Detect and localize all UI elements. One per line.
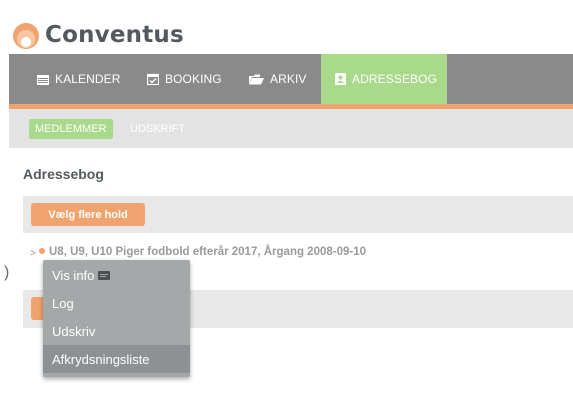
- logo-text: Conventus: [45, 22, 184, 48]
- tab-label: BOOKING: [165, 72, 222, 86]
- page-title: Adressebog: [23, 166, 104, 182]
- group-label: U8, U9, U10 Piger fodbold efterår 2017, …: [49, 246, 367, 258]
- menu-item-udskriv[interactable]: Udskriv: [43, 317, 190, 345]
- folder-icon: [249, 74, 264, 84]
- calendar-icon: [37, 74, 49, 85]
- menu-item-label: Afkrydsningsliste: [52, 351, 150, 367]
- menu-item-vis-info[interactable]: Vis info: [43, 261, 190, 289]
- subnav-item-udskrift[interactable]: UDSKRIFT: [124, 119, 191, 139]
- menu-item-log[interactable]: Log: [43, 289, 190, 317]
- tab-booking[interactable]: BOOKING: [147, 54, 222, 104]
- left-arrow-icon: ): [4, 264, 10, 281]
- info-card-icon: [98, 270, 111, 280]
- logo[interactable]: Conventus: [11, 19, 184, 51]
- subnav-item-medlemmer[interactable]: MEDLEMMER: [29, 119, 113, 139]
- tab-kalender[interactable]: KALENDER: [37, 54, 121, 104]
- menu-item-afkrydsningsliste[interactable]: Afkrydsningsliste: [43, 345, 190, 373]
- calendar-check-icon: [147, 73, 159, 85]
- tab-adressebog[interactable]: ADRESSEBOG: [321, 54, 447, 104]
- context-menu: Vis info Log Udskriv Afkrydsningsliste: [43, 260, 190, 377]
- page: Conventus KALENDER BOOKING ARKIV ADRESSE…: [0, 0, 573, 401]
- conventus-logo-icon: [13, 23, 39, 49]
- tab-label: KALENDER: [55, 72, 121, 86]
- group-row[interactable]: U8, U9, U10 Piger fodbold efterår 2017, …: [31, 246, 366, 258]
- tab-label: ADRESSEBOG: [352, 72, 438, 86]
- group-dot-icon: [39, 248, 45, 255]
- tab-label: ARKIV: [270, 72, 307, 86]
- menu-item-label: Vis info: [52, 267, 95, 283]
- address-book-icon: [335, 73, 346, 85]
- menu-item-label: Udskriv: [52, 323, 96, 339]
- menu-item-label: Log: [52, 295, 74, 311]
- tab-arkiv[interactable]: ARKIV: [249, 54, 307, 104]
- select-groups-button[interactable]: Vælg flere hold: [31, 203, 145, 226]
